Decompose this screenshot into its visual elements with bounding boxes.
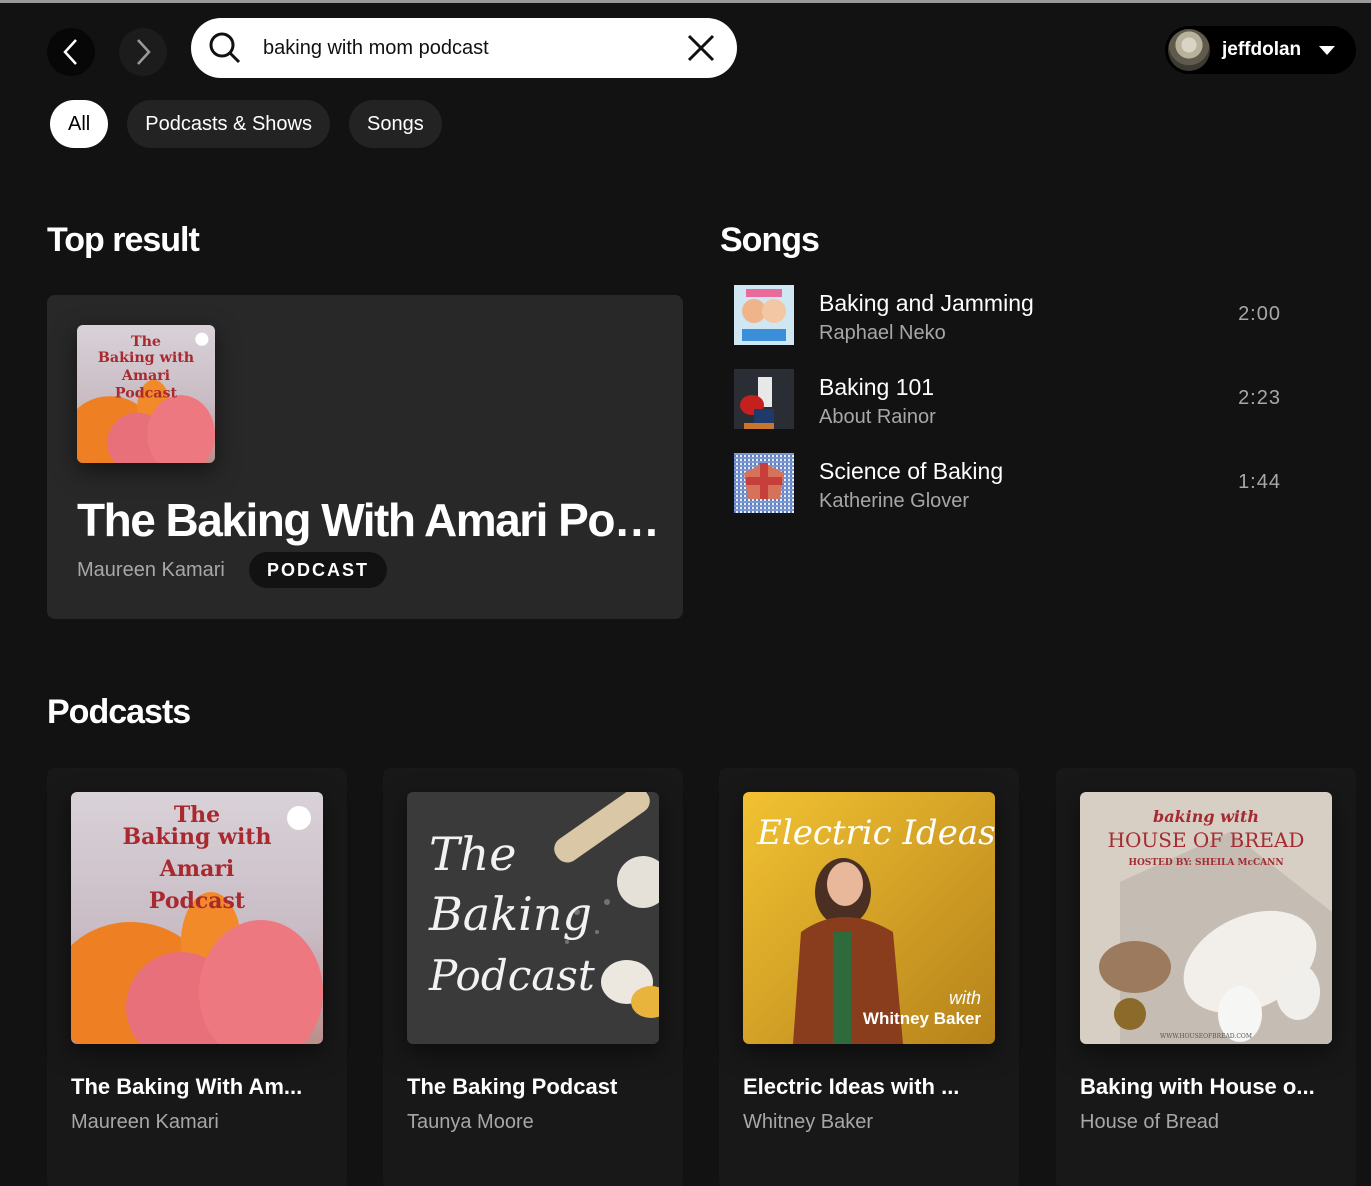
back-button[interactable]: [47, 28, 95, 76]
cover-text-line: WWW.HOUSEOFBREAD.COM: [1160, 1033, 1252, 1040]
avatar: [1168, 29, 1210, 71]
song-duration: 2:00: [1238, 303, 1281, 325]
song-duration: 2:23: [1238, 387, 1281, 409]
filter-chips: All Podcasts & Shows Songs: [50, 100, 442, 148]
user-menu-button[interactable]: jeffdolan: [1165, 26, 1356, 74]
podcast-cover: The Baking Podcast: [407, 792, 659, 1044]
podcast-author: Taunya Moore: [407, 1111, 534, 1133]
songs-heading: Songs: [720, 221, 820, 259]
cover-text-line: Podcast: [115, 385, 178, 401]
anchor-podcast-icon: [287, 806, 311, 830]
type-badge: PODCAST: [249, 552, 388, 588]
cover-text-line: Baking: [428, 887, 592, 941]
chevron-right-icon: [137, 39, 151, 65]
top-result-cover: The Baking with Amari Podcast: [77, 325, 215, 463]
song-title[interactable]: Baking 101: [819, 374, 934, 401]
song-duration: 1:44: [1238, 471, 1281, 493]
podcast-card[interactable]: The Baking Podcast The Baking Podcast Ta…: [383, 768, 683, 1186]
chevron-left-icon: [63, 39, 77, 65]
podcast-cover: The Baking with Amari Podcast: [71, 792, 323, 1044]
search-icon: [209, 32, 241, 64]
filter-chip-all[interactable]: All: [50, 100, 109, 148]
anchor-podcast-icon: [195, 332, 209, 346]
search-input[interactable]: [263, 32, 663, 64]
top-result-author[interactable]: Maureen Kamari: [77, 559, 225, 582]
podcast-cover: Electric Ideas with Whitney Baker: [743, 792, 995, 1044]
podcast-title[interactable]: Electric Ideas with ...: [743, 1074, 995, 1100]
podcast-card[interactable]: The Baking with Amari Podcast The Baking…: [47, 768, 347, 1186]
song-thumbnail: [734, 453, 794, 513]
song-row[interactable]: Baking 101 About Rainor 2:23: [734, 369, 1314, 431]
cover-text-line: Podcast: [149, 888, 246, 914]
top-result-card[interactable]: The Baking with Amari Podcast The Baking…: [47, 295, 683, 619]
podcast-title[interactable]: The Baking Podcast: [407, 1074, 659, 1100]
song-row[interactable]: Science of Baking Katherine Glover 1:44: [734, 453, 1314, 515]
podcast-author: House of Bread: [1080, 1111, 1219, 1133]
song-artist[interactable]: Katherine Glover: [819, 490, 969, 513]
username: jeffdolan: [1222, 39, 1302, 60]
forward-button[interactable]: [119, 28, 167, 76]
cover-text-line: Podcast: [428, 951, 595, 1000]
podcast-title[interactable]: Baking with House o...: [1080, 1074, 1332, 1100]
cover-text-line: HOSTED BY: SHEILA McCANN: [1128, 858, 1283, 868]
top-result-title[interactable]: The Baking With Amari Po…: [77, 493, 660, 547]
cover-text-line: Electric Ideas: [756, 813, 995, 853]
filter-chip-podcasts-shows[interactable]: Podcasts & Shows: [127, 100, 330, 148]
podcast-cover: baking with HOUSE OF BREAD HOSTED BY: SH…: [1080, 792, 1332, 1044]
filter-chip-songs[interactable]: Songs: [348, 100, 442, 148]
top-bar: jeffdolan: [0, 18, 1371, 82]
podcast-card[interactable]: Electric Ideas with Whitney Baker Electr…: [719, 768, 1019, 1186]
song-title[interactable]: Baking and Jamming: [819, 290, 1034, 317]
cover-text-line: HOUSE OF BREAD: [1108, 828, 1305, 852]
song-artist[interactable]: About Rainor: [819, 406, 936, 429]
song-thumbnail: [734, 285, 794, 345]
cover-text-line: Baking with: [98, 350, 195, 366]
podcast-author: Maureen Kamari: [71, 1111, 219, 1133]
clear-search-icon[interactable]: [685, 32, 717, 64]
cover-text-line: The: [429, 827, 517, 881]
amari-cover-art: The Baking with Amari Podcast: [77, 325, 215, 463]
cover-text-line: baking with: [1153, 807, 1259, 826]
search-bar: [191, 18, 737, 78]
podcast-title[interactable]: The Baking With Am...: [71, 1074, 323, 1100]
cover-text-line: Amari: [159, 856, 235, 882]
cover-text-line: with: [949, 988, 981, 1008]
caret-down-icon: [1319, 45, 1336, 55]
podcast-author: Whitney Baker: [743, 1111, 874, 1133]
song-artist[interactable]: Raphael Neko: [819, 322, 946, 345]
podcasts-heading: Podcasts: [47, 693, 191, 731]
song-thumbnail: [734, 369, 794, 429]
top-result-heading: Top result: [47, 221, 200, 259]
cover-text-line: The: [131, 334, 161, 350]
cover-text-line: Amari: [121, 368, 171, 384]
podcast-card[interactable]: baking with HOUSE OF BREAD HOSTED BY: SH…: [1056, 768, 1356, 1186]
cover-text-line: Whitney Baker: [863, 1009, 981, 1028]
song-title[interactable]: Science of Baking: [819, 458, 1003, 485]
cover-text-line: Baking with: [123, 824, 272, 850]
song-row[interactable]: Baking and Jamming Raphael Neko 2:00: [734, 285, 1314, 347]
